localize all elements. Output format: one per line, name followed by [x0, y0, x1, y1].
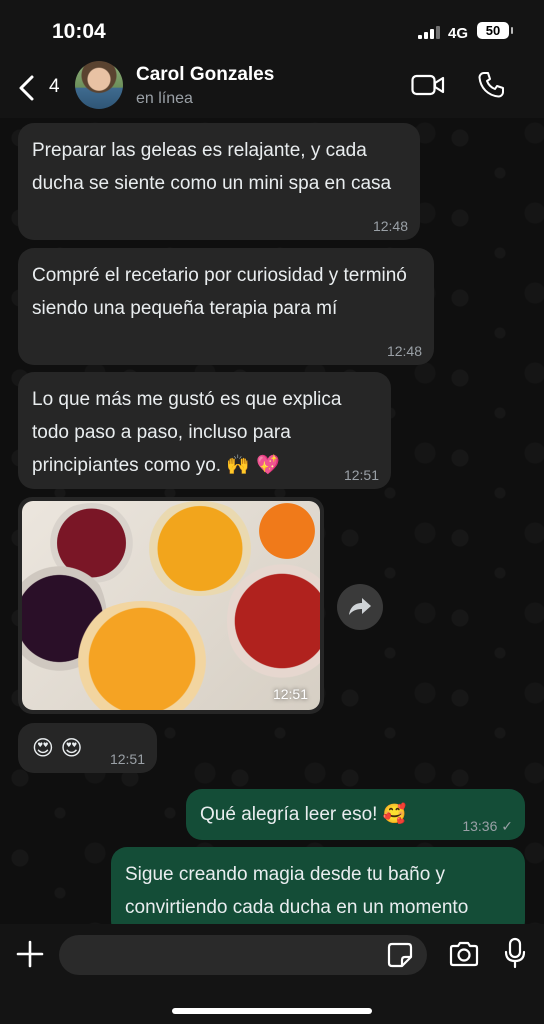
sent-check-icon: ✓	[501, 818, 513, 834]
message-text: Preparar las geleas es relajante, y cada…	[32, 140, 392, 194]
video-call-icon[interactable]	[411, 73, 445, 97]
message-bubble[interactable]: Lo que más me gustó es que explica todo …	[18, 372, 391, 489]
chat-header: 4 Carol Gonzales en línea	[0, 58, 544, 118]
message-text: Compré el recetario por curiosidad y ter…	[32, 265, 407, 319]
battery-icon: 50	[477, 22, 513, 39]
microphone-icon[interactable]	[504, 937, 526, 969]
phone-call-icon[interactable]	[477, 71, 505, 99]
message-bubble[interactable]: Preparar las geleas es relajante, y cada…	[18, 123, 420, 240]
message-bubble[interactable]: 😍 😍 12:51	[18, 723, 157, 773]
status-time: 10:04	[52, 20, 106, 43]
signal-icon	[418, 25, 440, 39]
message-bubble[interactable]: Compré el recetario por curiosidad y ter…	[18, 248, 434, 365]
input-bar	[0, 924, 544, 1024]
forward-icon	[349, 598, 371, 615]
message-time: 12:48	[386, 343, 422, 359]
contact-status: en línea	[136, 90, 193, 107]
message-emoji: 🙌 💖	[226, 454, 280, 476]
message-bubble[interactable]: Qué alegría leer eso! 🥰 13:36 ✓	[186, 789, 525, 840]
network-type: 4G	[448, 25, 469, 42]
plus-icon[interactable]	[16, 940, 44, 968]
message-time: 12:48	[372, 218, 408, 234]
back-arrow-icon[interactable]	[16, 74, 40, 102]
message-time: 12:51	[343, 467, 379, 483]
image-message[interactable]: 12:51	[18, 497, 324, 714]
contact-name[interactable]: Carol Gonzales	[136, 64, 274, 86]
message-time: 13:36	[462, 818, 498, 834]
sticker-icon[interactable]	[387, 942, 413, 968]
home-indicator	[172, 1008, 372, 1014]
message-time: 12:51	[109, 751, 145, 767]
message-text: Lo que más me gustó es que explica todo …	[32, 389, 342, 476]
camera-icon[interactable]	[448, 940, 480, 968]
message-emoji: 🥰	[382, 803, 407, 825]
unread-count[interactable]: 4	[49, 76, 60, 98]
message-input[interactable]	[59, 935, 427, 975]
avatar[interactable]	[75, 61, 123, 109]
message-text: Sigue creando magia desde tu baño y conv…	[125, 864, 469, 918]
forward-button[interactable]	[337, 584, 383, 630]
message-time: 12:51	[272, 686, 308, 702]
status-bar: 10:04 4G 50	[0, 0, 544, 58]
message-text: Qué alegría leer eso!	[200, 804, 378, 825]
jam-jars-photo[interactable]: 12:51	[22, 501, 320, 710]
